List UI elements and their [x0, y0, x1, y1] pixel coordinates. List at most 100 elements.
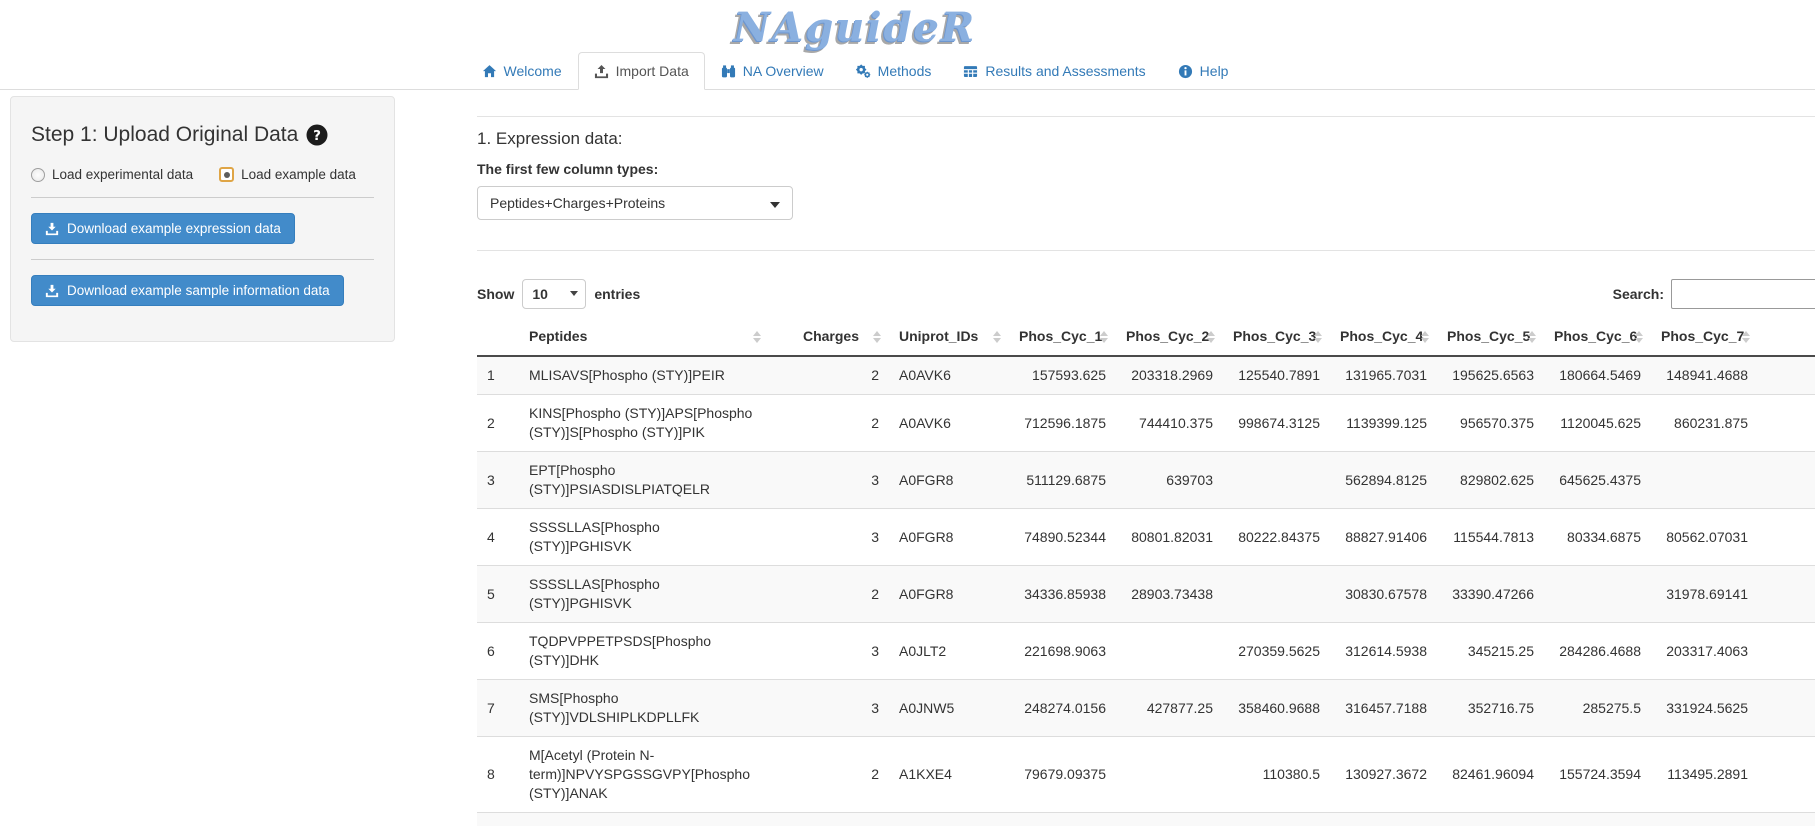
value-cell: 270359.5625	[1223, 623, 1330, 680]
clipped-cell	[889, 813, 1009, 826]
value-cell: 34336.85938	[1009, 566, 1116, 623]
value-cell: 331924.5625	[1651, 680, 1758, 737]
value-cell: 79679.09375	[1009, 737, 1116, 813]
cutoff-cell	[1758, 395, 1815, 452]
value-cell	[1223, 566, 1330, 623]
divider	[477, 250, 1815, 251]
page-length-select[interactable]: 10	[522, 279, 586, 309]
tab-results-assessments[interactable]: Results and Assessments	[947, 52, 1161, 90]
gears-icon	[856, 64, 871, 79]
column-types-selected-value: Peptides+Charges+Proteins	[490, 195, 665, 211]
charge-cell: 3	[769, 452, 889, 509]
clipped-cell	[1437, 813, 1544, 826]
sort-icon	[1421, 331, 1429, 343]
column-header-phos_cyc_4[interactable]: Phos_Cyc_4	[1330, 318, 1437, 356]
sort-icon	[873, 331, 881, 343]
charge-cell: 2	[769, 356, 889, 395]
column-header-peptides[interactable]: Peptides	[519, 318, 769, 356]
uniprot-cell: A0AVK6	[889, 395, 1009, 452]
value-cell: 115544.7813	[1437, 509, 1544, 566]
column-header-label: Phos_Cyc_6	[1554, 328, 1637, 344]
tab-help[interactable]: Help	[1162, 52, 1245, 90]
column-header-phos_cyc_5[interactable]: Phos_Cyc_5	[1437, 318, 1544, 356]
upload-icon	[594, 64, 609, 79]
download-expression-button[interactable]: Download example expression data	[31, 213, 295, 244]
value-cell: 110380.5	[1223, 737, 1330, 813]
value-cell: 645625.4375	[1544, 452, 1651, 509]
clipped-cell	[1544, 813, 1651, 826]
value-cell: 131965.7031	[1330, 356, 1437, 395]
peptide-cell: SMS[Phospho (STY)]VDLSHIPLKDPLLFK	[519, 680, 769, 737]
column-header-phos_cyc_3[interactable]: Phos_Cyc_3	[1223, 318, 1330, 356]
value-cell: 316457.7188	[1330, 680, 1437, 737]
value-cell: 427877.25	[1116, 680, 1223, 737]
radio-load-experimental[interactable]: Load experimental data	[31, 167, 193, 182]
tab-methods[interactable]: Methods	[840, 52, 948, 90]
import-data-panel: 1. Expression data: The first few column…	[477, 96, 1815, 826]
search-label: Search:	[1613, 286, 1664, 302]
value-cell: 28903.73438	[1116, 566, 1223, 623]
entries-label: entries	[594, 286, 640, 302]
column-header-label: Phos_Cyc_4	[1340, 328, 1423, 344]
tab-welcome[interactable]: Welcome	[466, 52, 578, 90]
cutoff-cell	[1758, 566, 1815, 623]
row-index-cell: 4	[477, 509, 519, 566]
sort-icon	[1528, 331, 1536, 343]
sort-icon	[1314, 331, 1322, 343]
sort-icon	[1635, 331, 1643, 343]
column-types-select[interactable]: Peptides+Charges+Proteins	[477, 186, 793, 220]
sort-icon	[1100, 331, 1108, 343]
charge-cell: 3	[769, 680, 889, 737]
column-types-label: The first few column types:	[477, 161, 1815, 177]
column-header-charges[interactable]: Charges	[769, 318, 889, 356]
row-index-cell: 7	[477, 680, 519, 737]
value-cell: 998674.3125	[1223, 395, 1330, 452]
uniprot-cell: A0FGR8	[889, 509, 1009, 566]
row-index-cell: 1	[477, 356, 519, 395]
column-header-phos_cyc_7[interactable]: Phos_Cyc_7	[1651, 318, 1758, 356]
search-input[interactable]	[1671, 279, 1815, 309]
column-header-phos_cyc_6[interactable]: Phos_Cyc_6	[1544, 318, 1651, 356]
show-label: Show	[477, 286, 514, 302]
radio-unchecked-icon	[31, 168, 45, 182]
peptide-cell: MLISAVS[Phospho (STY)]PEIR	[519, 356, 769, 395]
value-cell: 285275.5	[1544, 680, 1651, 737]
table-controls: Show 10 entries Search:	[477, 279, 1815, 309]
peptide-cell: SSSSLLAS[Phospho (STY)]PGHISVK	[519, 566, 769, 623]
charge-cell: 3	[769, 623, 889, 680]
value-cell: 30830.67578	[1330, 566, 1437, 623]
app-logo: NAguideR	[0, 0, 1710, 52]
value-cell: 80222.84375	[1223, 509, 1330, 566]
value-cell: 1139399.125	[1330, 395, 1437, 452]
table-row: 7SMS[Phospho (STY)]VDLSHIPLKDPLLFK3A0JNW…	[477, 680, 1815, 737]
value-cell: 74890.52344	[1009, 509, 1116, 566]
value-cell: 180664.5469	[1544, 356, 1651, 395]
chevron-down-icon	[770, 202, 780, 208]
tab-import-data[interactable]: Import Data	[578, 52, 705, 90]
uniprot-cell: A1KXE4	[889, 737, 1009, 813]
row-index-cell: 8	[477, 737, 519, 813]
column-header-index	[477, 318, 519, 356]
nav-tab-bar: Welcome Import Data NA Overview Methods …	[0, 52, 1815, 90]
download-sample-info-button[interactable]: Download example sample information data	[31, 275, 344, 306]
value-cell	[1116, 623, 1223, 680]
column-header-label: Phos_Cyc_7	[1661, 328, 1744, 344]
column-header-phos_cyc_1[interactable]: Phos_Cyc_1	[1009, 318, 1116, 356]
peptide-cell: KINS[Phospho (STY)]APS[Phospho (STY)]S[P…	[519, 395, 769, 452]
clipped-cell	[1223, 813, 1330, 826]
row-index-cell: 5	[477, 566, 519, 623]
binoculars-icon	[721, 64, 736, 79]
column-header-phos_cyc_2[interactable]: Phos_Cyc_2	[1116, 318, 1223, 356]
value-cell	[1651, 452, 1758, 509]
value-cell: 155724.3594	[1544, 737, 1651, 813]
home-icon	[482, 64, 497, 79]
radio-load-example[interactable]: Load example data	[219, 167, 356, 182]
cutoff-cell	[1758, 623, 1815, 680]
divider	[477, 116, 1815, 117]
column-header-label: Phos_Cyc_5	[1447, 328, 1530, 344]
question-circle-icon[interactable]: ?	[306, 124, 328, 146]
column-header-uniprot_ids[interactable]: Uniprot_IDs	[889, 318, 1009, 356]
sort-icon	[1207, 331, 1215, 343]
value-cell: 203317.4063	[1651, 623, 1758, 680]
tab-na-overview[interactable]: NA Overview	[705, 52, 840, 90]
